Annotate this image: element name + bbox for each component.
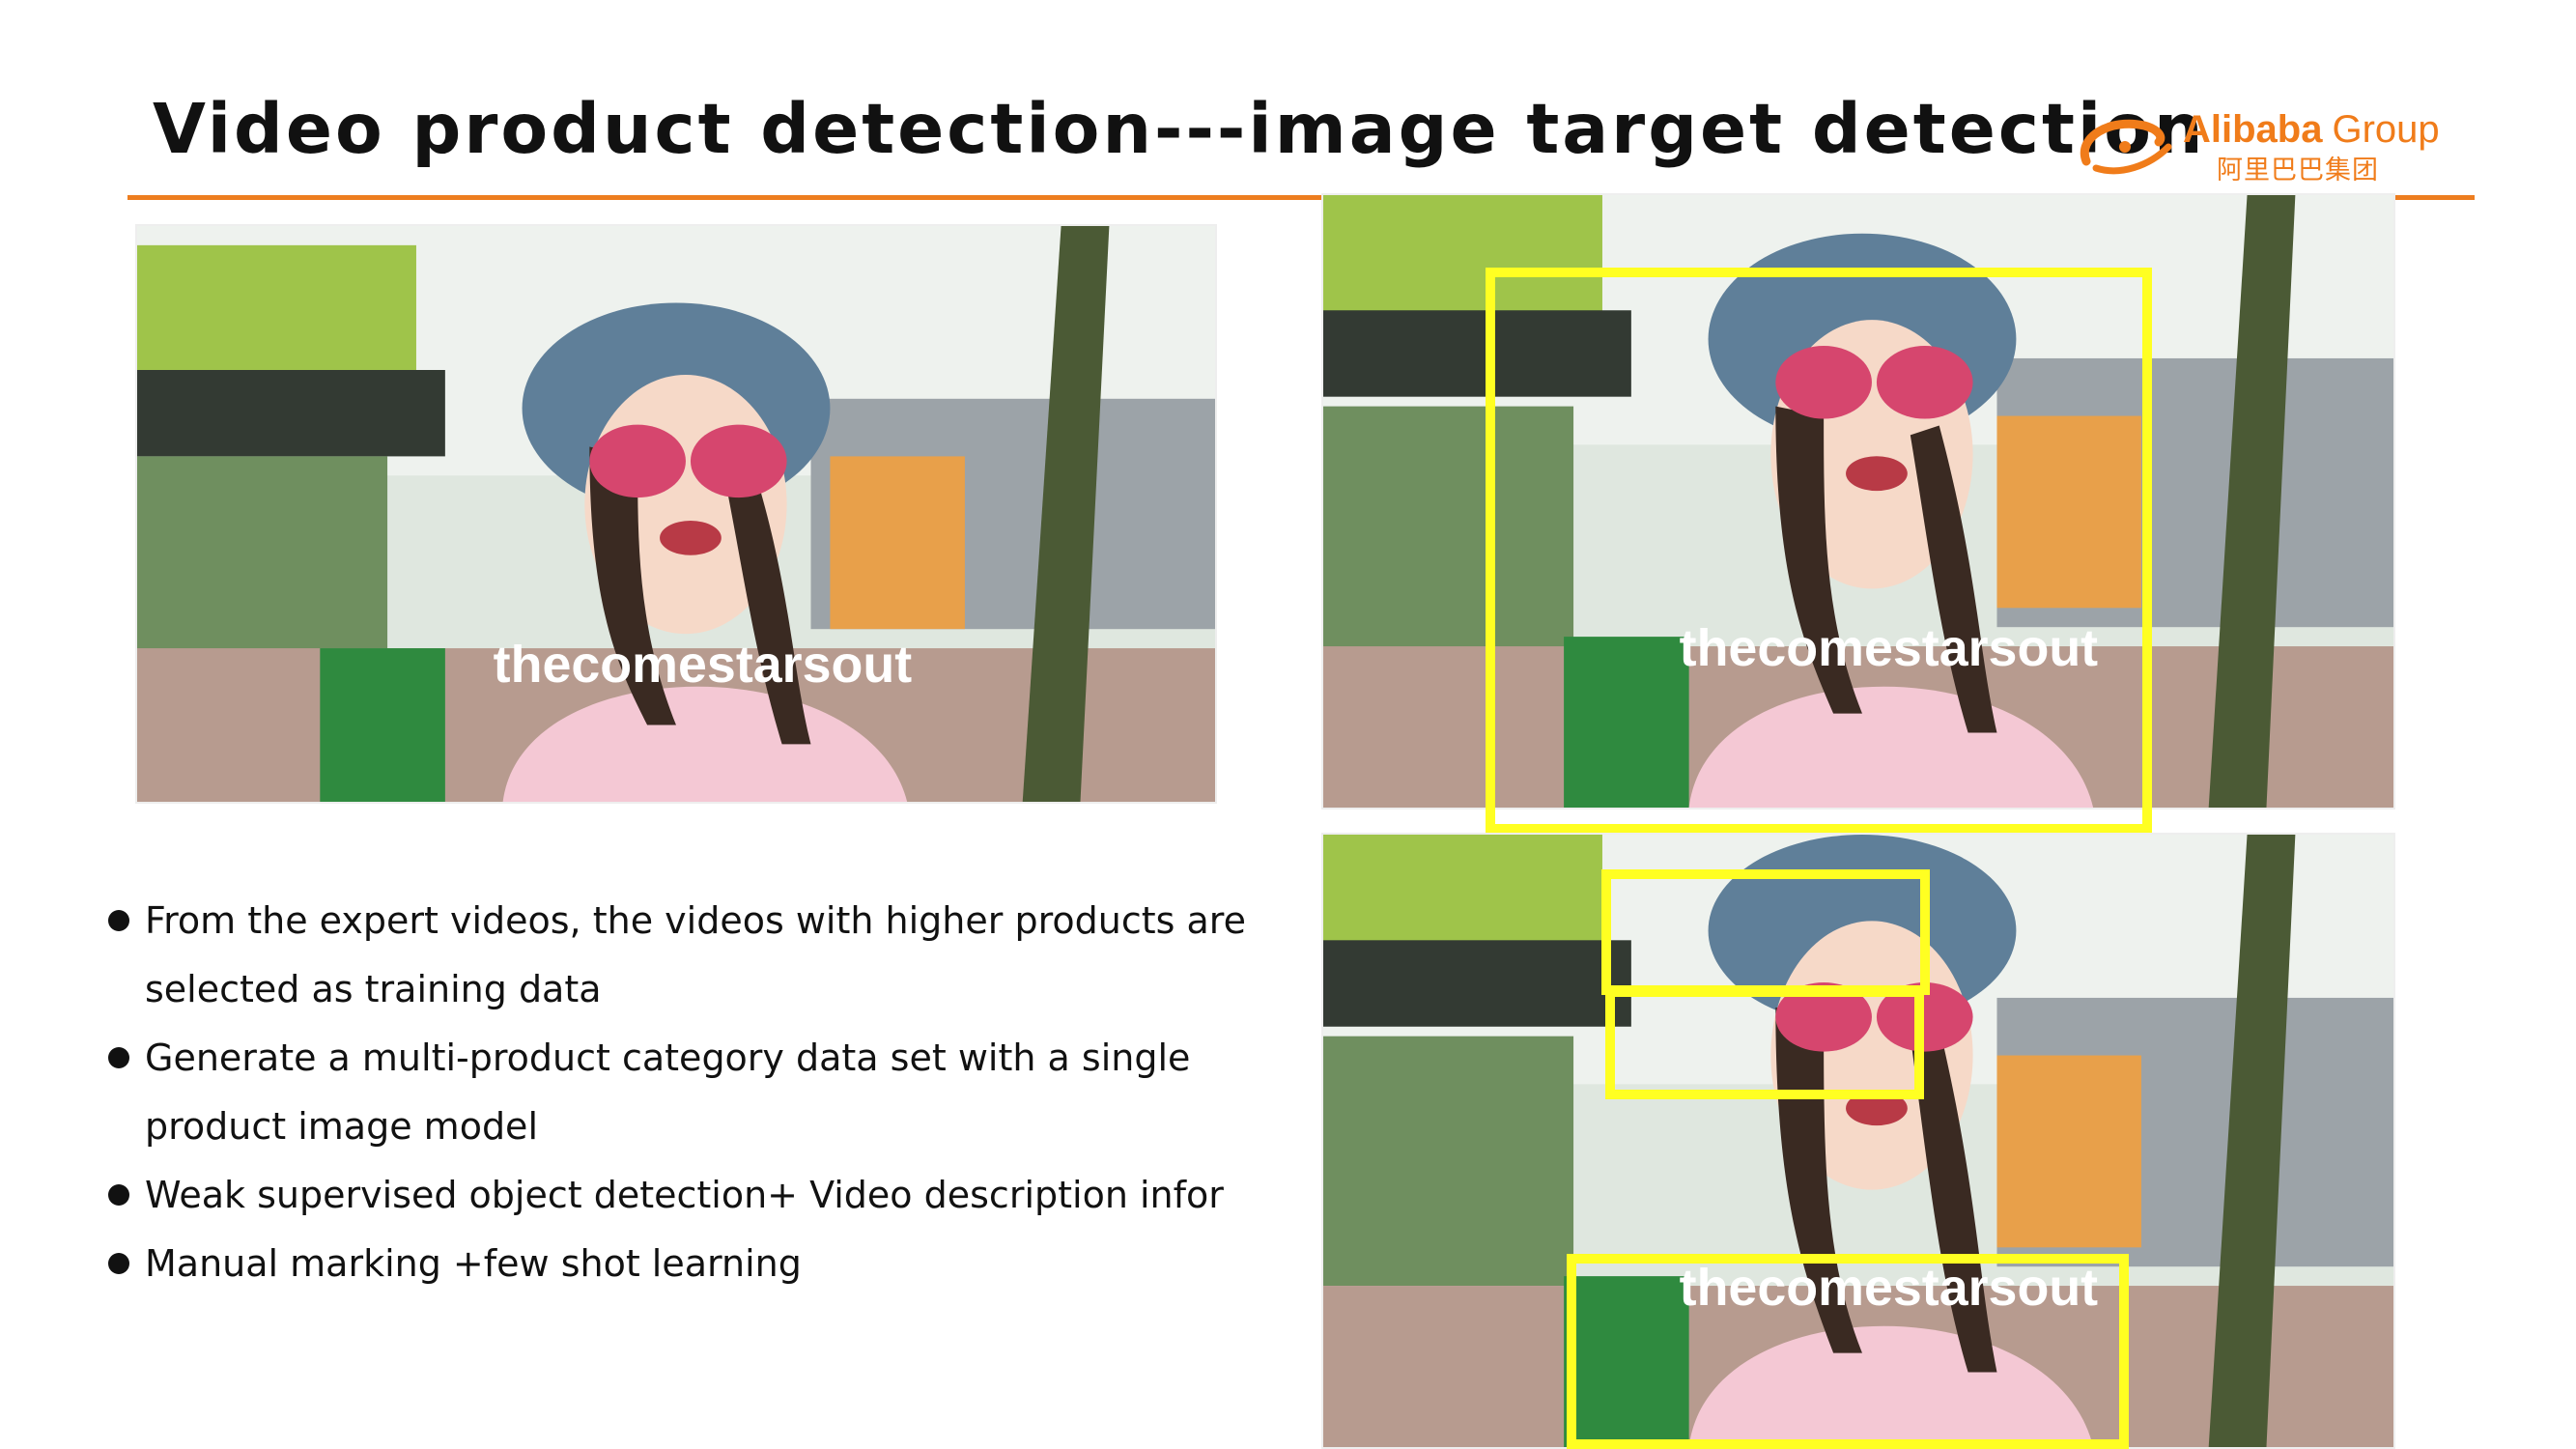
bullet-item: Generate a multi-product category data s…: [108, 1024, 1306, 1161]
slide-title: Video product detection---image target d…: [153, 89, 2206, 169]
logo-text: Alibaba Group: [2183, 108, 2440, 152]
video-frame-original: thecomestarsout: [135, 224, 1217, 804]
detection-box-sunglasses: [1605, 987, 1924, 1099]
frame-scene: thecomestarsout: [137, 226, 1215, 802]
logo-brand: Alibaba: [2183, 108, 2323, 151]
logo-chinese: 阿里巴巴集团: [2217, 156, 2379, 185]
watermark-text: thecomestarsout: [494, 636, 913, 694]
bullet-item: Weak supervised object detection+ Video …: [108, 1161, 1306, 1230]
detection-box-person: [1486, 268, 2152, 834]
bullet-item: From the expert videos, the videos with …: [108, 887, 1306, 1024]
logo-group: Group: [2332, 108, 2440, 151]
detection-box-hat: [1601, 869, 1930, 995]
alibaba-smile-icon: [2080, 119, 2172, 175]
bullet-list: From the expert videos, the videos with …: [108, 887, 1306, 1298]
alibaba-group-logo: Alibaba Group 阿里巴巴集团: [2067, 108, 2473, 185]
detection-box-top: [1567, 1254, 2129, 1449]
bullet-item: Manual marking +few shot learning: [108, 1230, 1306, 1298]
